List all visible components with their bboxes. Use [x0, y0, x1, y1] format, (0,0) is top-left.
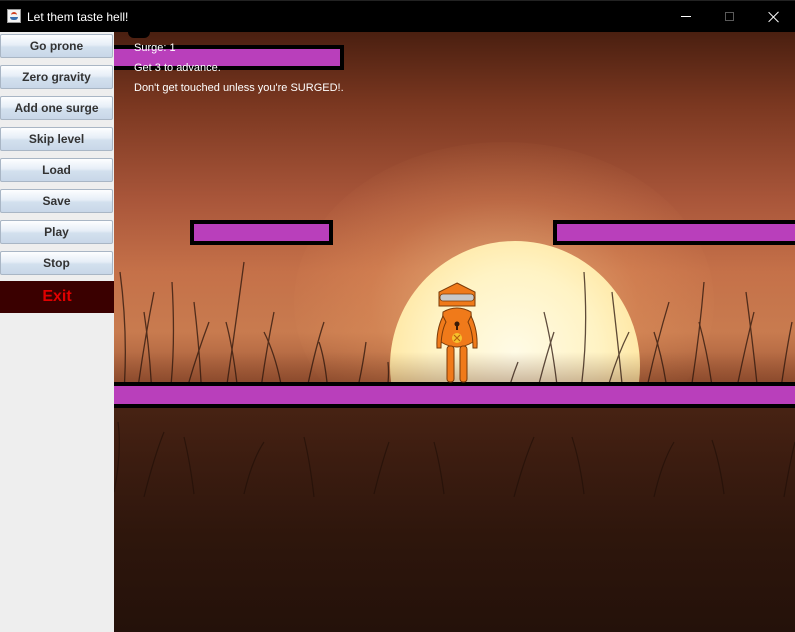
add-one-surge-button[interactable]: Add one surge — [0, 96, 113, 120]
minimize-button[interactable] — [663, 1, 709, 32]
save-button[interactable]: Save — [0, 189, 113, 213]
window-title: Let them taste hell! — [27, 10, 129, 24]
java-cup-icon — [7, 9, 21, 23]
maximize-icon — [724, 12, 734, 21]
minimize-icon — [681, 16, 691, 17]
title-bar[interactable]: Let them taste hell! — [0, 0, 795, 32]
hud-shadow — [128, 32, 150, 38]
skip-level-button[interactable]: Skip level — [0, 127, 113, 151]
surge-counter: Surge: 1 — [134, 42, 176, 54]
stop-button[interactable]: Stop — [0, 251, 113, 275]
game-window: Let them taste hell! Go prone Zero gravi… — [0, 0, 795, 632]
control-panel: Go prone Zero gravity Add one surge Skip… — [0, 32, 114, 632]
play-button[interactable]: Play — [0, 220, 113, 244]
player-character — [436, 282, 478, 383]
platform-ground — [114, 382, 795, 408]
close-icon — [768, 11, 780, 23]
platform-right — [553, 220, 795, 245]
game-canvas[interactable]: Surge: 1 Get 3 to advance. Don't get tou… — [114, 32, 795, 632]
load-button[interactable]: Load — [0, 158, 113, 182]
warning-text: Don't get touched unless you're SURGED!. — [134, 82, 344, 94]
goal-text: Get 3 to advance. — [134, 62, 221, 74]
zero-gravity-button[interactable]: Zero gravity — [0, 65, 113, 89]
go-prone-button[interactable]: Go prone — [0, 34, 113, 58]
platform-middle-left — [190, 220, 333, 245]
close-button[interactable] — [751, 1, 795, 32]
exit-button[interactable]: Exit — [0, 281, 114, 313]
maximize-button[interactable] — [706, 1, 752, 32]
